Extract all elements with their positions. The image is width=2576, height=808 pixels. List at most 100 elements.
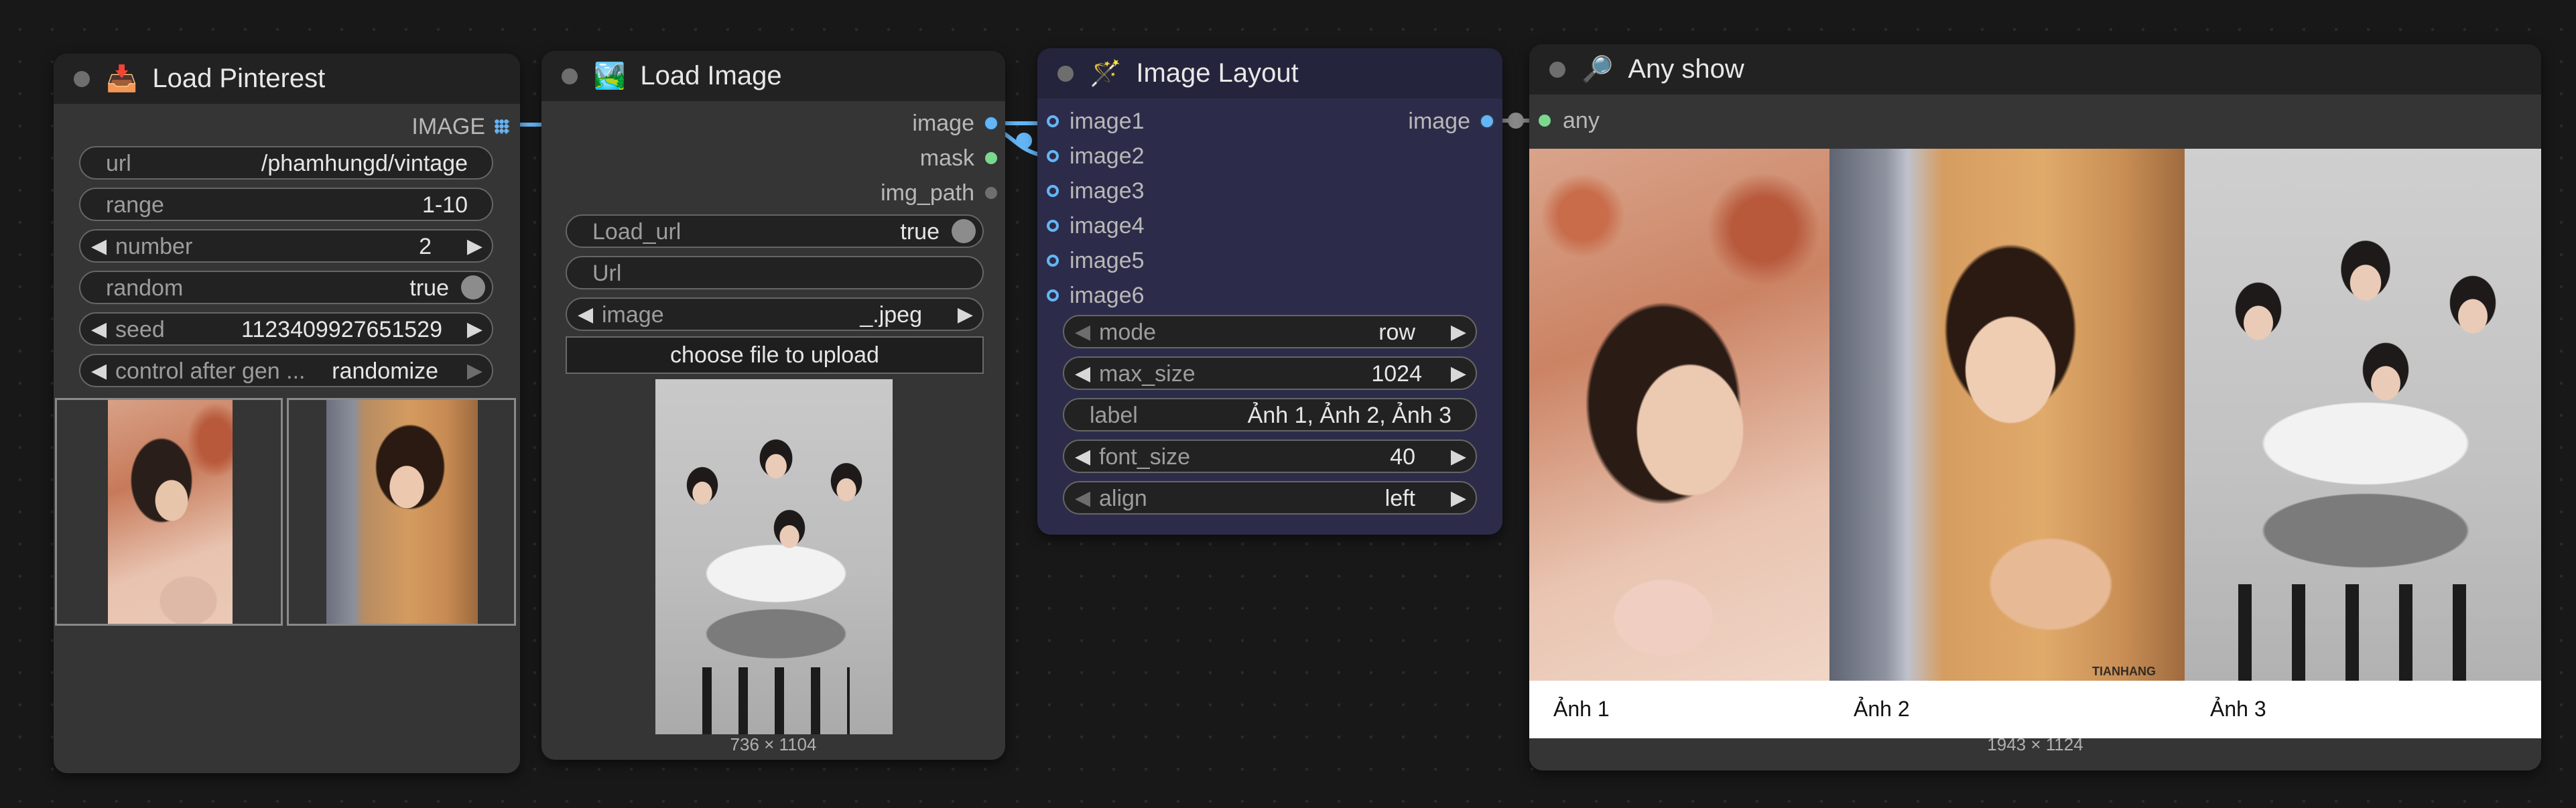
input-slot-image3: image3 <box>1070 178 1145 204</box>
control-after-generate-widget[interactable]: ◀ control after gen ... randomize ▶ <box>79 354 493 387</box>
widget-value: 40 <box>1390 444 1415 470</box>
magic-wand-icon: 🪄 <box>1090 59 1122 88</box>
widget-value: _.jpeg <box>860 302 922 328</box>
output-dot-img-path[interactable] <box>985 187 997 199</box>
widget-value: row <box>1378 320 1415 345</box>
node-any-show[interactable]: 🔎 Any show any TIANHANG Ảnh 1 Ảnh 2 Ảnh … <box>1529 44 2541 770</box>
widget-name: max_size <box>1099 361 1196 387</box>
widget-value: 1-10 <box>422 192 468 218</box>
widget-name: Url <box>592 261 622 286</box>
output-slot-image: image <box>1408 109 1470 134</box>
preview-photo-2: TIANHANG <box>1829 149 2185 681</box>
image-select-widget[interactable]: ◀ image _.jpeg ▶ <box>566 297 984 331</box>
preview-photo-3 <box>2185 149 2541 681</box>
decrement-arrow-icon[interactable]: ◀ <box>91 358 107 384</box>
node-header[interactable]: 📥 Load Pinterest <box>54 54 520 104</box>
decrement-arrow-icon[interactable]: ◀ <box>91 317 107 342</box>
decrement-arrow-icon[interactable]: ◀ <box>91 234 107 259</box>
widget-name: mode <box>1099 320 1157 345</box>
preview-thumbnail[interactable] <box>55 398 283 626</box>
leg-shadow <box>2238 584 2493 681</box>
input-dot-image2[interactable] <box>1047 150 1059 162</box>
collapse-dot[interactable] <box>1057 65 1074 82</box>
toggle-knob[interactable] <box>952 219 976 243</box>
widget-value: 1024 <box>1371 361 1422 387</box>
decrement-arrow-icon[interactable]: ◀ <box>578 302 593 328</box>
input-dot-image5[interactable] <box>1047 255 1059 267</box>
toggle-knob[interactable] <box>461 275 485 299</box>
seed-widget[interactable]: ◀ seed 1123409927651529 ▶ <box>79 312 493 346</box>
node-header[interactable]: 🏞️ Load Image <box>541 51 1005 101</box>
input-slot-image4: image4 <box>1070 213 1145 239</box>
output-dot-image[interactable] <box>1481 115 1493 127</box>
range-widget[interactable]: range 1-10 <box>79 188 493 221</box>
increment-arrow-icon[interactable]: ▶ <box>1451 486 1466 511</box>
caption-2: Ảnh 2 <box>1854 697 1910 721</box>
output-dot-image[interactable] <box>985 117 997 129</box>
node-load-image[interactable]: 🏞️ Load Image image mask img_path Load_u… <box>541 51 1005 760</box>
input-dot-image4[interactable] <box>1047 220 1059 232</box>
preview-thumbnail[interactable] <box>287 398 516 626</box>
max-size-widget[interactable]: ◀ max_size 1024 ▶ <box>1063 356 1477 390</box>
caption-3: Ảnh 3 <box>2210 697 2266 721</box>
widget-name: url <box>106 151 131 176</box>
increment-arrow-icon[interactable]: ▶ <box>467 234 482 259</box>
node-title: Any show <box>1628 54 1744 84</box>
increment-arrow-icon[interactable]: ▶ <box>1451 320 1466 345</box>
widget-name: number <box>115 234 193 259</box>
input-slot-image2: image2 <box>1070 143 1145 169</box>
widget-value: true <box>409 275 449 301</box>
node-header[interactable]: 🔎 Any show <box>1529 44 2541 94</box>
random-toggle[interactable]: random true <box>79 271 493 304</box>
node-header[interactable]: 🪄 Image Layout <box>1037 48 1502 98</box>
load-url-toggle[interactable]: Load_url true <box>566 214 984 248</box>
collapse-dot[interactable] <box>562 68 578 84</box>
watermark-text: TIANHANG <box>2092 665 2156 678</box>
widget-value: left <box>1384 486 1415 511</box>
node-title: Load Pinterest <box>152 64 326 93</box>
node-image-layout[interactable]: 🪄 Image Layout image1 image2 image3 imag… <box>1037 48 1502 535</box>
widget-value: true <box>900 219 940 245</box>
align-widget[interactable]: ◀ align left ▶ <box>1063 481 1477 515</box>
increment-arrow-icon[interactable]: ▶ <box>958 302 973 328</box>
output-dot-mask[interactable] <box>985 152 997 164</box>
url-widget[interactable]: url /phamhungd/vintage <box>79 146 493 180</box>
input-slot-any: any <box>1563 108 1600 133</box>
input-dot-image3[interactable] <box>1047 185 1059 197</box>
node-load-pinterest[interactable]: 📥 Load Pinterest IMAGE url /phamhungd/vi… <box>54 54 520 773</box>
widget-value: randomize <box>332 358 438 384</box>
input-dot-any[interactable] <box>1539 115 1551 127</box>
output-slot-label: IMAGE <box>411 114 485 139</box>
widget-name: range <box>106 192 164 218</box>
mode-widget[interactable]: ◀ mode row ▶ <box>1063 315 1477 348</box>
widget-name: font_size <box>1099 444 1191 470</box>
label-widget[interactable]: label Ảnh 1, Ảnh 2, Ảnh 3 <box>1063 398 1477 431</box>
grid-slot-icon[interactable] <box>495 119 509 134</box>
image-size-caption: 1943 × 1124 <box>1987 734 2083 754</box>
collapse-dot[interactable] <box>74 70 90 87</box>
decrement-arrow-icon[interactable]: ◀ <box>1075 486 1090 511</box>
decrement-arrow-icon[interactable]: ◀ <box>1075 320 1090 345</box>
url-text-widget[interactable]: Url <box>566 256 984 289</box>
image-preview[interactable] <box>655 379 893 734</box>
widget-value: /phamhungd/vintage <box>261 151 468 176</box>
increment-arrow-icon[interactable]: ▶ <box>467 358 482 384</box>
input-dot-image1[interactable] <box>1047 115 1059 127</box>
increment-arrow-icon[interactable]: ▶ <box>1451 444 1466 470</box>
input-slot-image5: image5 <box>1070 248 1145 273</box>
collapse-dot[interactable] <box>1549 61 1565 78</box>
number-widget[interactable]: ◀ number 2 ▶ <box>79 229 493 263</box>
framed-picture-icon: 🏞️ <box>594 62 626 90</box>
input-slot-image1: image1 <box>1070 109 1145 134</box>
caption-strip: Ảnh 1 Ảnh 2 Ảnh 3 <box>1529 681 2541 738</box>
increment-arrow-icon[interactable]: ▶ <box>1451 361 1466 387</box>
font-size-widget[interactable]: ◀ font_size 40 ▶ <box>1063 440 1477 473</box>
choose-file-button[interactable]: choose file to upload <box>566 336 984 374</box>
widget-name: Load_url <box>592 219 682 245</box>
input-dot-image6[interactable] <box>1047 289 1059 301</box>
node-title: Image Layout <box>1136 58 1299 88</box>
decrement-arrow-icon[interactable]: ◀ <box>1075 444 1090 470</box>
increment-arrow-icon[interactable]: ▶ <box>467 317 482 342</box>
layout-preview[interactable]: TIANHANG Ảnh 1 Ảnh 2 Ảnh 3 <box>1529 149 2541 738</box>
decrement-arrow-icon[interactable]: ◀ <box>1075 361 1090 387</box>
